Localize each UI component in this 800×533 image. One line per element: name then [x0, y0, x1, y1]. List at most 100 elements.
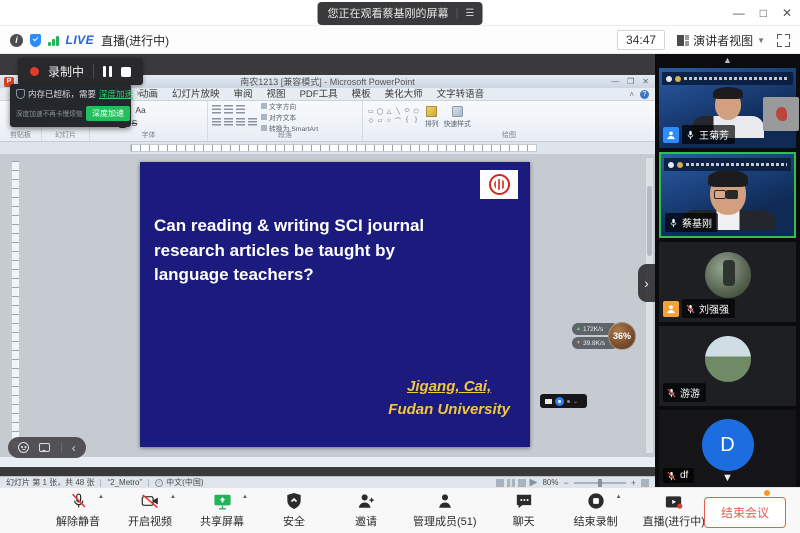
participant-name: 刘强强	[699, 301, 729, 316]
live-tv-icon	[664, 493, 683, 510]
slide-canvas: Can reading & writing SCI journal resear…	[0, 154, 655, 457]
manage-members-button[interactable]: 管理成员(51)	[414, 492, 476, 529]
participant-tile-active-speaker[interactable]: 蔡基刚	[659, 152, 796, 238]
justify-icon[interactable]	[248, 118, 257, 127]
participant-tile[interactable]: 刘强强	[659, 242, 796, 322]
next-slide-tab[interactable]: ›	[638, 264, 655, 302]
banner-divider	[457, 8, 458, 19]
chevron-up-icon[interactable]: ▲	[170, 494, 176, 500]
tab-template[interactable]: 模板	[345, 88, 378, 101]
mic-muted-icon	[686, 304, 695, 314]
view-mode-switch[interactable]: 演讲者视图 ▼	[677, 32, 765, 49]
canvas-scrollbar[interactable]	[645, 157, 654, 454]
recorder-stop-icon[interactable]	[545, 399, 552, 404]
reactions-floating-bar: ‹	[8, 437, 86, 458]
virtual-background-banner	[662, 72, 793, 85]
ppt-close-button[interactable]: ✕	[642, 75, 649, 88]
zoom-in-button[interactable]: +	[631, 478, 636, 488]
window-titlebar: 您正在观看蔡基刚的屏幕 ☰ — □ ✕	[0, 0, 800, 26]
quick-styles-button[interactable]: 快速样式	[444, 106, 471, 128]
chat-button[interactable]: 聊天	[500, 492, 548, 529]
shapes-gallery[interactable]: ▭◯△╲⬭⬡ ◇▱☆⌒{}	[367, 107, 420, 131]
tab-text-to-speech[interactable]: 文字转语音	[430, 88, 492, 101]
arrange-button[interactable]: 排列	[425, 106, 439, 128]
quick-chat-icon[interactable]	[39, 443, 50, 452]
pause-recording-button[interactable]	[103, 66, 112, 77]
memory-usage-ball[interactable]: 36%	[608, 322, 636, 350]
popup-message: 内存已超标，需要	[28, 88, 96, 100]
banner-menu-icon[interactable]: ☰	[466, 8, 475, 19]
share-screen-icon	[213, 493, 232, 510]
collapse-bar-icon[interactable]: ‹	[72, 442, 76, 454]
text-direction-button[interactable]: 文字方向	[261, 101, 318, 111]
horizontal-ruler	[0, 142, 655, 154]
align-left-icon[interactable]	[212, 118, 221, 127]
maximize-button[interactable]: □	[760, 6, 767, 20]
signal-strength-icon	[48, 35, 59, 46]
chevron-up-icon[interactable]: ▲	[98, 494, 104, 500]
stop-recording-button[interactable]	[121, 67, 131, 77]
fullscreen-icon[interactable]	[777, 34, 790, 47]
bullets-icon[interactable]	[212, 105, 221, 114]
ppt-minimize-button[interactable]: —	[611, 75, 619, 88]
network-monitor-widget[interactable]: ▲172K/s ▼39.8K/s 36%	[572, 322, 636, 352]
view-mode-buttons[interactable]	[496, 479, 537, 487]
chevron-up-icon[interactable]: ▲	[616, 494, 622, 500]
invite-button[interactable]: 邀请	[342, 492, 390, 529]
chevron-up-icon[interactable]: ▲	[242, 494, 248, 500]
end-meeting-button[interactable]: 结束会议	[704, 497, 786, 528]
meeting-toolbar: ▲ 解除静音 ▲ 开启视频 ▲ 共享屏幕 安全	[0, 487, 800, 533]
emoji-reaction-icon[interactable]	[18, 442, 29, 453]
ribbon-collapse-icon[interactable]: ˄	[629, 90, 634, 99]
help-icon[interactable]: ?	[640, 90, 649, 99]
recorder-collapse-icon[interactable]: ⌄	[573, 398, 578, 405]
mini-recorder-toolbar[interactable]: ⌄	[540, 394, 587, 408]
security-button[interactable]: 安全	[270, 492, 318, 529]
watching-banner[interactable]: 您正在观看蔡基刚的屏幕 ☰	[318, 2, 483, 25]
unmute-button[interactable]: ▲ 解除静音	[54, 492, 102, 529]
group-label-clipboard: 剪贴板	[0, 130, 41, 140]
popup-boost-button[interactable]: 深度加速	[86, 106, 130, 121]
scroll-down-icon[interactable]: ▼	[655, 472, 800, 484]
stop-recording-toolbar-button[interactable]: ▲ 结束录制	[572, 492, 620, 529]
participant-tile[interactable]: 游游	[659, 326, 796, 406]
tab-slideshow[interactable]: 幻灯片放映	[165, 88, 227, 101]
shield-icon[interactable]	[30, 34, 41, 47]
floating-overlay[interactable]	[763, 97, 799, 131]
indent-icon[interactable]	[236, 105, 245, 114]
theme-name: “2_Metro”	[107, 478, 142, 487]
popup-boost-link[interactable]: 深度加速	[99, 88, 133, 100]
zoom-out-button[interactable]: −	[563, 478, 568, 488]
live-streaming-button[interactable]: 直播(进行中)	[644, 492, 704, 529]
align-text-button[interactable]: 对齐文本	[261, 112, 318, 122]
spellcheck-icon[interactable]: ✓	[155, 479, 163, 487]
zoom-slider[interactable]	[574, 482, 626, 484]
share-screen-button[interactable]: ▲ 共享屏幕	[198, 492, 246, 529]
tab-pdf-tools[interactable]: PDF工具	[293, 88, 345, 101]
group-label-drawing: 绘图	[363, 130, 655, 140]
download-speed: 39.8K/s	[583, 340, 605, 347]
fit-to-window-button[interactable]	[641, 479, 649, 487]
tab-review[interactable]: 审阅	[227, 88, 260, 101]
align-center-icon[interactable]	[224, 118, 233, 127]
memory-alert-popup: 内存已超标，需要 深度加速 ✕ 深度加速不再卡慢烦恼 深度加速	[10, 84, 131, 127]
close-button[interactable]: ✕	[782, 6, 792, 20]
university-seal-logo	[480, 170, 518, 199]
tab-addin[interactable]: 美化大师	[378, 88, 430, 101]
avatar	[705, 252, 751, 298]
participant-name: 游游	[680, 385, 700, 400]
change-case-icon[interactable]	[135, 105, 144, 115]
mic-on-icon	[669, 218, 678, 228]
scroll-up-icon[interactable]: ▲	[655, 55, 800, 65]
minimize-button[interactable]: —	[733, 6, 745, 20]
numbering-icon[interactable]	[224, 105, 233, 114]
live-status-text: 直播(进行中)	[101, 32, 169, 49]
info-icon[interactable]: i	[10, 34, 23, 47]
strikethrough-icon[interactable]	[130, 118, 139, 128]
align-right-icon[interactable]	[236, 118, 245, 127]
ppt-restore-button[interactable]: ❐	[627, 75, 634, 88]
start-video-button[interactable]: ▲ 开启视频	[126, 492, 174, 529]
popup-close-icon[interactable]: ✕	[136, 90, 142, 98]
tab-view[interactable]: 视图	[260, 88, 293, 101]
ribbon-group-paragraph: 文字方向 对齐文本 转换为 SmartArt 段落	[208, 101, 363, 141]
